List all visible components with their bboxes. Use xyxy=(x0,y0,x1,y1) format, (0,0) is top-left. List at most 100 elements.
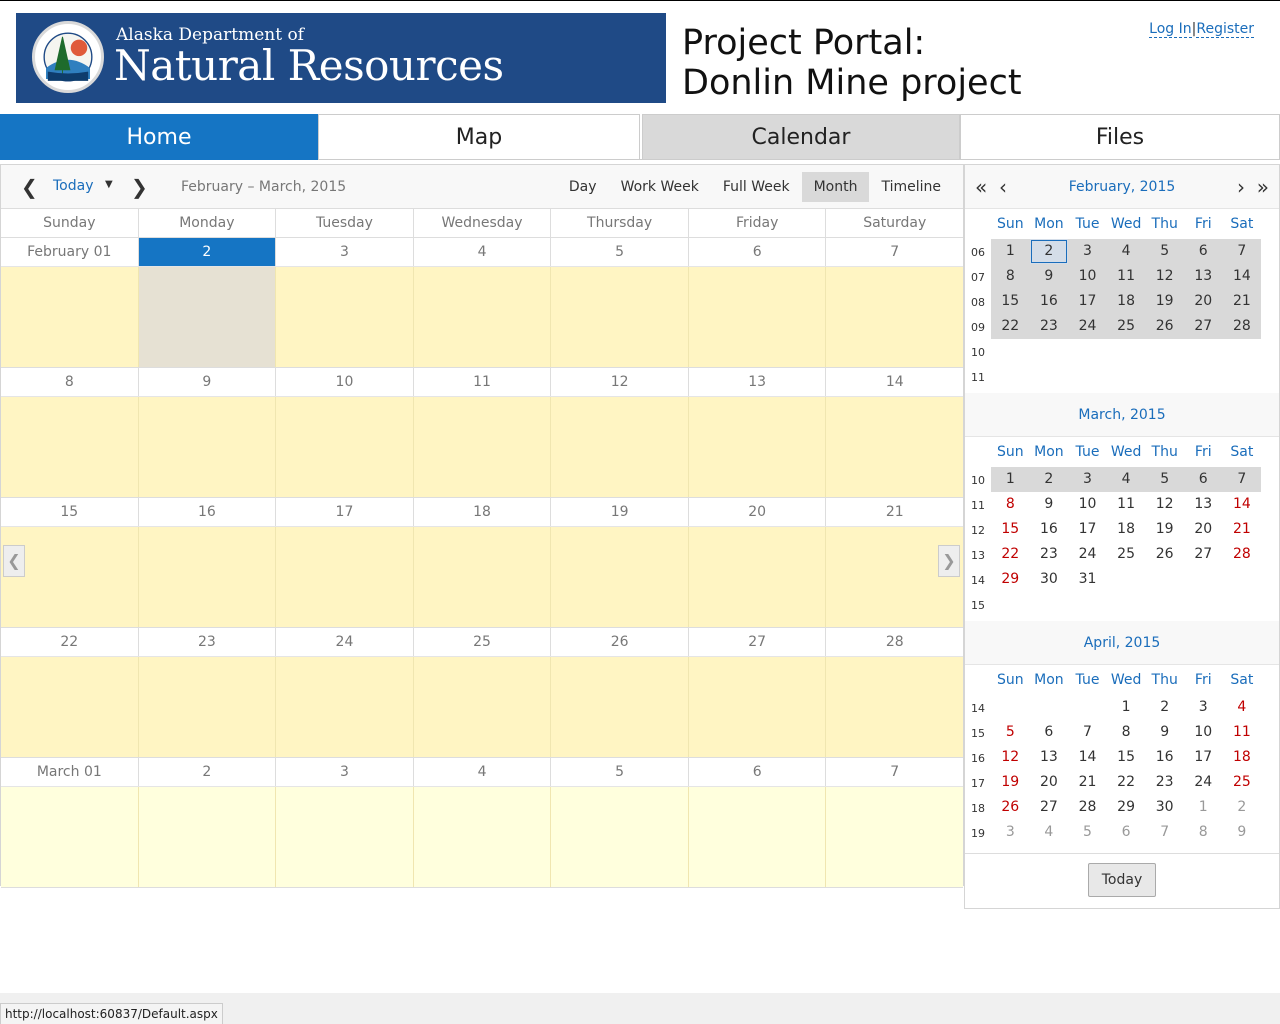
mini-day[interactable]: 5 xyxy=(991,720,1030,745)
date-header[interactable]: 5 xyxy=(551,758,689,786)
mini-day[interactable]: 14 xyxy=(1223,492,1262,517)
date-header[interactable]: 7 xyxy=(826,238,964,266)
mini-day[interactable]: 5 xyxy=(1145,467,1184,492)
date-header[interactable]: 14 xyxy=(826,368,964,396)
mini-day[interactable]: 19 xyxy=(1145,517,1184,542)
tab-files[interactable]: Files xyxy=(960,114,1280,160)
date-header[interactable]: 13 xyxy=(688,368,827,396)
mini-day[interactable]: 25 xyxy=(1223,770,1262,795)
day-cell[interactable] xyxy=(551,657,689,757)
day-cell[interactable] xyxy=(551,397,689,497)
view-month-button[interactable]: Month xyxy=(801,172,870,202)
mini-day[interactable]: 20 xyxy=(1183,289,1223,314)
date-header[interactable]: 23 xyxy=(138,628,277,656)
day-cell[interactable] xyxy=(688,397,827,497)
date-header[interactable]: March 01 xyxy=(1,758,139,786)
date-header[interactable]: 7 xyxy=(826,758,964,786)
mini-day[interactable]: 9 xyxy=(1145,720,1184,745)
mini-day[interactable]: 29 xyxy=(991,567,1030,592)
mini-day[interactable]: 18 xyxy=(1106,289,1146,314)
side-prev-arrow-icon[interactable]: ❮ xyxy=(3,545,25,577)
mini-day[interactable]: 26 xyxy=(991,795,1030,820)
mini-day[interactable]: 4 xyxy=(1106,467,1146,492)
mini-day[interactable]: 7 xyxy=(1222,239,1262,264)
date-header[interactable]: 3 xyxy=(276,758,414,786)
mini-day[interactable]: 11 xyxy=(1106,264,1146,289)
date-header[interactable]: 28 xyxy=(826,628,964,656)
date-header[interactable]: 11 xyxy=(413,368,552,396)
fast-next-icon[interactable]: » xyxy=(1257,165,1269,209)
mini-day-other-month[interactable]: 6 xyxy=(1107,820,1146,845)
mini-day[interactable]: 9 xyxy=(1029,264,1069,289)
mini-day[interactable]: 16 xyxy=(1145,745,1184,770)
mini-day[interactable]: 15 xyxy=(991,289,1030,314)
day-cell[interactable] xyxy=(688,657,827,757)
mini-day[interactable]: 24 xyxy=(1184,770,1223,795)
mini-day[interactable]: 1 xyxy=(1107,695,1146,720)
mini-day[interactable]: 19 xyxy=(991,770,1030,795)
day-cell[interactable] xyxy=(826,527,964,627)
day-cell[interactable] xyxy=(276,397,414,497)
day-cell[interactable] xyxy=(1,267,139,367)
mini-day[interactable]: 22 xyxy=(991,542,1030,567)
date-header[interactable]: 26 xyxy=(551,628,689,656)
mini-day[interactable]: 10 xyxy=(1068,492,1107,517)
mini-day[interactable]: 23 xyxy=(1030,542,1069,567)
mini-day-other-month[interactable]: 3 xyxy=(991,820,1030,845)
mini-day[interactable]: 21 xyxy=(1068,770,1107,795)
mini-day[interactable]: 6 xyxy=(1183,239,1223,264)
mini-day[interactable]: 19 xyxy=(1145,289,1184,314)
mini-day[interactable]: 14 xyxy=(1068,745,1107,770)
mini-day[interactable]: 2 xyxy=(1029,467,1069,492)
mini-day[interactable]: 31 xyxy=(1068,567,1107,592)
mini-day[interactable]: 22 xyxy=(1107,770,1146,795)
view-day-button[interactable]: Day xyxy=(557,172,609,202)
date-header[interactable]: 21 xyxy=(826,498,964,526)
date-header[interactable]: 2 xyxy=(138,758,277,786)
mini-day[interactable]: 12 xyxy=(1145,264,1184,289)
mini-day[interactable]: 8 xyxy=(1107,720,1146,745)
next-period-button[interactable]: ❯ xyxy=(131,175,148,199)
mini-day[interactable]: 11 xyxy=(1223,720,1262,745)
prev-period-button[interactable]: ❮ xyxy=(21,175,38,199)
date-header[interactable]: 27 xyxy=(688,628,827,656)
view-timeline-button[interactable]: Timeline xyxy=(869,172,953,202)
day-cell[interactable] xyxy=(138,397,277,497)
today-button[interactable]: Today xyxy=(53,178,94,194)
date-header[interactable]: 16 xyxy=(138,498,277,526)
day-cell[interactable] xyxy=(551,527,689,627)
day-cell[interactable] xyxy=(138,787,277,887)
date-header[interactable]: 22 xyxy=(1,628,139,656)
mini-day[interactable]: 4 xyxy=(1223,695,1262,720)
mini-day[interactable]: 20 xyxy=(1030,770,1069,795)
mini-day[interactable]: 21 xyxy=(1223,517,1262,542)
mini-day[interactable]: 28 xyxy=(1068,795,1107,820)
view-full-week-button[interactable]: Full Week xyxy=(711,172,802,202)
date-header[interactable]: 3 xyxy=(276,238,414,266)
day-cell[interactable] xyxy=(413,527,552,627)
mini-day[interactable]: 13 xyxy=(1030,745,1069,770)
day-cell[interactable] xyxy=(551,267,689,367)
mini-day-other-month[interactable]: 1 xyxy=(1184,795,1223,820)
fast-prev-icon[interactable]: « xyxy=(975,165,987,209)
mini-day-other-month[interactable]: 4 xyxy=(1030,820,1069,845)
mini-day[interactable]: 30 xyxy=(1145,795,1184,820)
date-header[interactable]: 18 xyxy=(413,498,552,526)
mini-day-other-month[interactable]: 7 xyxy=(1145,820,1184,845)
date-header[interactable]: 19 xyxy=(551,498,689,526)
day-cell[interactable] xyxy=(1,527,139,627)
mini-day[interactable]: 24 xyxy=(1068,314,1107,339)
day-cell[interactable] xyxy=(138,527,277,627)
day-cell[interactable] xyxy=(826,397,964,497)
mini-day-other-month[interactable]: 2 xyxy=(1223,795,1262,820)
mini-day[interactable]: 17 xyxy=(1068,517,1107,542)
mini-day[interactable]: 9 xyxy=(1030,492,1069,517)
register-link[interactable]: Register xyxy=(1196,21,1254,38)
day-cell[interactable] xyxy=(276,657,414,757)
day-cell[interactable] xyxy=(1,397,139,497)
mini-day[interactable]: 22 xyxy=(991,314,1030,339)
mini-day[interactable]: 21 xyxy=(1222,289,1262,314)
day-cell[interactable] xyxy=(826,657,964,757)
mini-day[interactable]: 26 xyxy=(1145,314,1184,339)
next-month-icon[interactable]: › xyxy=(1237,165,1245,209)
